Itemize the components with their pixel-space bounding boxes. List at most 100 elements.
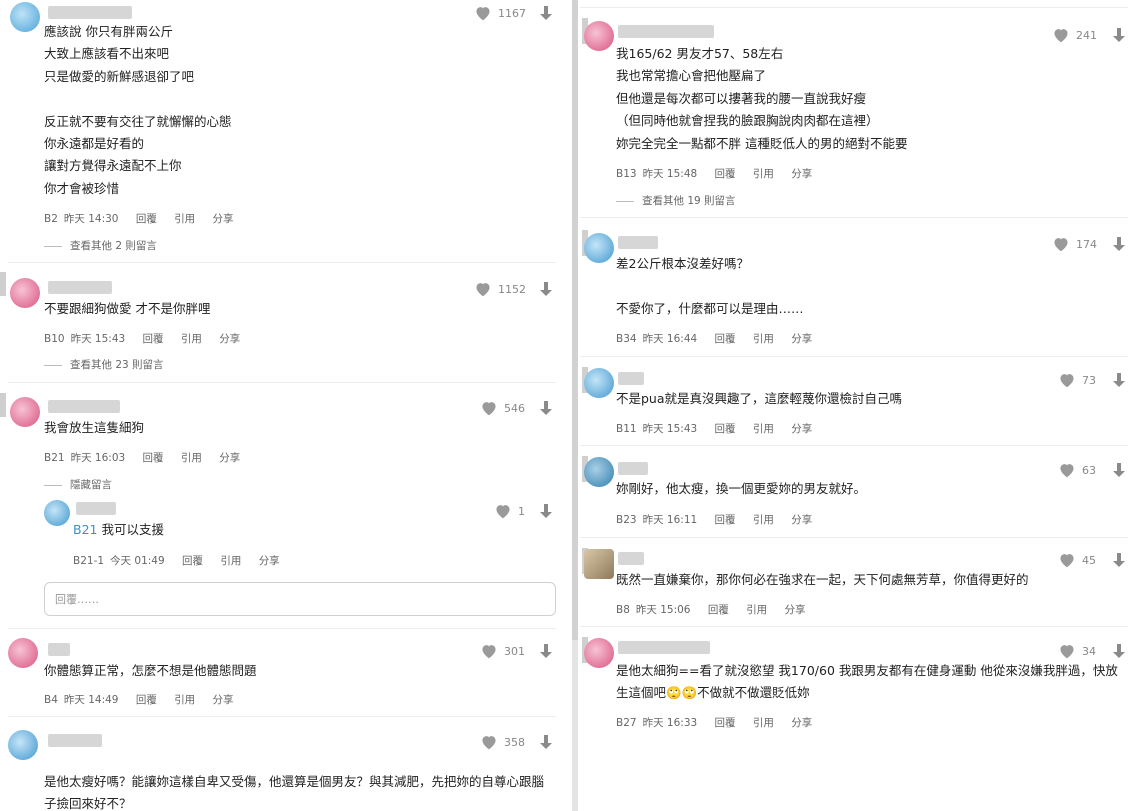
divider: [8, 716, 556, 717]
quote-button[interactable]: 引用: [174, 213, 195, 225]
view-more-replies[interactable]: 查看其他 19 則留言: [616, 193, 736, 208]
like-button[interactable]: 358: [480, 734, 525, 750]
username-blurred[interactable]: [48, 734, 102, 747]
arrow-down-icon[interactable]: [1111, 643, 1127, 659]
avatar[interactable]: [584, 368, 614, 398]
username-blurred[interactable]: [618, 236, 658, 249]
avatar[interactable]: [584, 549, 614, 579]
arrow-down-icon[interactable]: [1111, 27, 1127, 43]
like-count: 546: [504, 401, 525, 415]
share-button[interactable]: 分享: [259, 555, 280, 567]
quote-button[interactable]: 引用: [181, 452, 202, 464]
reply-button[interactable]: 回覆: [715, 514, 736, 526]
quote-button[interactable]: 引用: [174, 694, 195, 706]
like-button[interactable]: 241: [1052, 27, 1097, 43]
arrow-down-icon[interactable]: [538, 643, 554, 659]
arrow-down-icon[interactable]: [1111, 462, 1127, 478]
like-count: 1152: [498, 282, 526, 296]
scrollbar[interactable]: [572, 0, 578, 811]
reply-input[interactable]: 回覆……: [44, 582, 556, 616]
quote-button[interactable]: 引用: [753, 333, 774, 345]
view-more-replies[interactable]: 查看其他 2 則留言: [44, 238, 157, 253]
username-blurred[interactable]: [618, 641, 710, 654]
reply-button[interactable]: 回覆: [715, 168, 736, 180]
reply-button[interactable]: 回覆: [143, 333, 164, 345]
arrow-down-icon[interactable]: [1111, 236, 1127, 252]
quote-button[interactable]: 引用: [753, 168, 774, 180]
avatar[interactable]: [10, 278, 40, 308]
share-button[interactable]: 分享: [791, 168, 812, 180]
arrow-down-icon[interactable]: [538, 503, 554, 519]
heart-icon: [476, 7, 490, 21]
avatar[interactable]: [10, 2, 40, 32]
reply-button[interactable]: 回覆: [715, 423, 736, 435]
reply-button[interactable]: 回覆: [182, 555, 203, 567]
quote-button[interactable]: 引用: [181, 333, 202, 345]
hide-replies[interactable]: 隱藏留言: [44, 477, 112, 492]
share-button[interactable]: 分享: [219, 333, 240, 345]
share-button[interactable]: 分享: [791, 514, 812, 526]
share-button[interactable]: 分享: [219, 452, 240, 464]
username-blurred[interactable]: [48, 643, 70, 656]
reply-button[interactable]: 回覆: [708, 604, 729, 616]
comment-meta: B2 昨天 14:30 回覆 引用 分享: [44, 211, 248, 226]
share-button[interactable]: 分享: [791, 423, 812, 435]
arrow-down-icon[interactable]: [538, 400, 554, 416]
like-button[interactable]: 1: [494, 503, 525, 519]
share-button[interactable]: 分享: [213, 213, 234, 225]
view-more-replies[interactable]: 查看其他 23 則留言: [44, 357, 164, 372]
username-blurred[interactable]: [48, 400, 120, 413]
avatar[interactable]: [8, 638, 38, 668]
avatar[interactable]: [584, 638, 614, 668]
arrow-down-icon[interactable]: [538, 5, 554, 21]
like-button[interactable]: 34: [1058, 643, 1096, 659]
username-blurred[interactable]: [76, 502, 116, 515]
like-button[interactable]: 45: [1058, 552, 1096, 568]
comment-meta: B13 昨天 15:48 回覆 引用 分享: [616, 166, 826, 181]
reply-button[interactable]: 回覆: [715, 333, 736, 345]
like-button[interactable]: 174: [1052, 236, 1097, 252]
username-blurred[interactable]: [48, 281, 112, 294]
avatar[interactable]: [584, 457, 614, 487]
quote-button[interactable]: 引用: [220, 555, 241, 567]
view-more-label: 查看其他 2 則留言: [70, 240, 157, 252]
reply-button[interactable]: 回覆: [136, 213, 157, 225]
avatar[interactable]: [10, 397, 40, 427]
timestamp: 昨天 16:33: [642, 717, 698, 729]
timestamp: 昨天 16:03: [70, 452, 126, 464]
arrow-down-icon[interactable]: [538, 734, 554, 750]
like-button[interactable]: 63: [1058, 462, 1096, 478]
arrow-down-icon[interactable]: [1111, 372, 1127, 388]
timestamp: 昨天 15:43: [70, 333, 126, 345]
username-blurred[interactable]: [618, 462, 648, 475]
username-blurred[interactable]: [618, 552, 644, 565]
share-button[interactable]: 分享: [791, 717, 812, 729]
share-button[interactable]: 分享: [791, 333, 812, 345]
quote-button[interactable]: 引用: [753, 514, 774, 526]
reply-button[interactable]: 回覆: [143, 452, 164, 464]
avatar[interactable]: [8, 730, 38, 760]
like-button[interactable]: 73: [1058, 372, 1096, 388]
share-button[interactable]: 分享: [785, 604, 806, 616]
username-blurred[interactable]: [48, 6, 132, 19]
reply-button[interactable]: 回覆: [715, 717, 736, 729]
avatar[interactable]: [584, 233, 614, 263]
quote-button[interactable]: 引用: [753, 717, 774, 729]
arrow-down-icon[interactable]: [1111, 552, 1127, 568]
arrow-down-icon[interactable]: [538, 281, 554, 297]
like-button[interactable]: 1152: [474, 281, 526, 297]
floor-reference-link[interactable]: B21: [73, 522, 97, 537]
scrollbar-thumb[interactable]: [572, 0, 578, 640]
username-blurred[interactable]: [618, 372, 644, 385]
comment-body: 我165/62 男友才57、58左右 我也常常擔心會把他壓扁了 但他還是每次都可…: [616, 46, 908, 151]
avatar[interactable]: [44, 500, 70, 526]
like-button[interactable]: 1167: [474, 5, 526, 21]
like-button[interactable]: 301: [480, 643, 525, 659]
username-blurred[interactable]: [618, 25, 714, 38]
like-button[interactable]: 546: [480, 400, 525, 416]
avatar[interactable]: [584, 21, 614, 51]
quote-button[interactable]: 引用: [753, 423, 774, 435]
share-button[interactable]: 分享: [213, 694, 234, 706]
quote-button[interactable]: 引用: [746, 604, 767, 616]
reply-button[interactable]: 回覆: [136, 694, 157, 706]
